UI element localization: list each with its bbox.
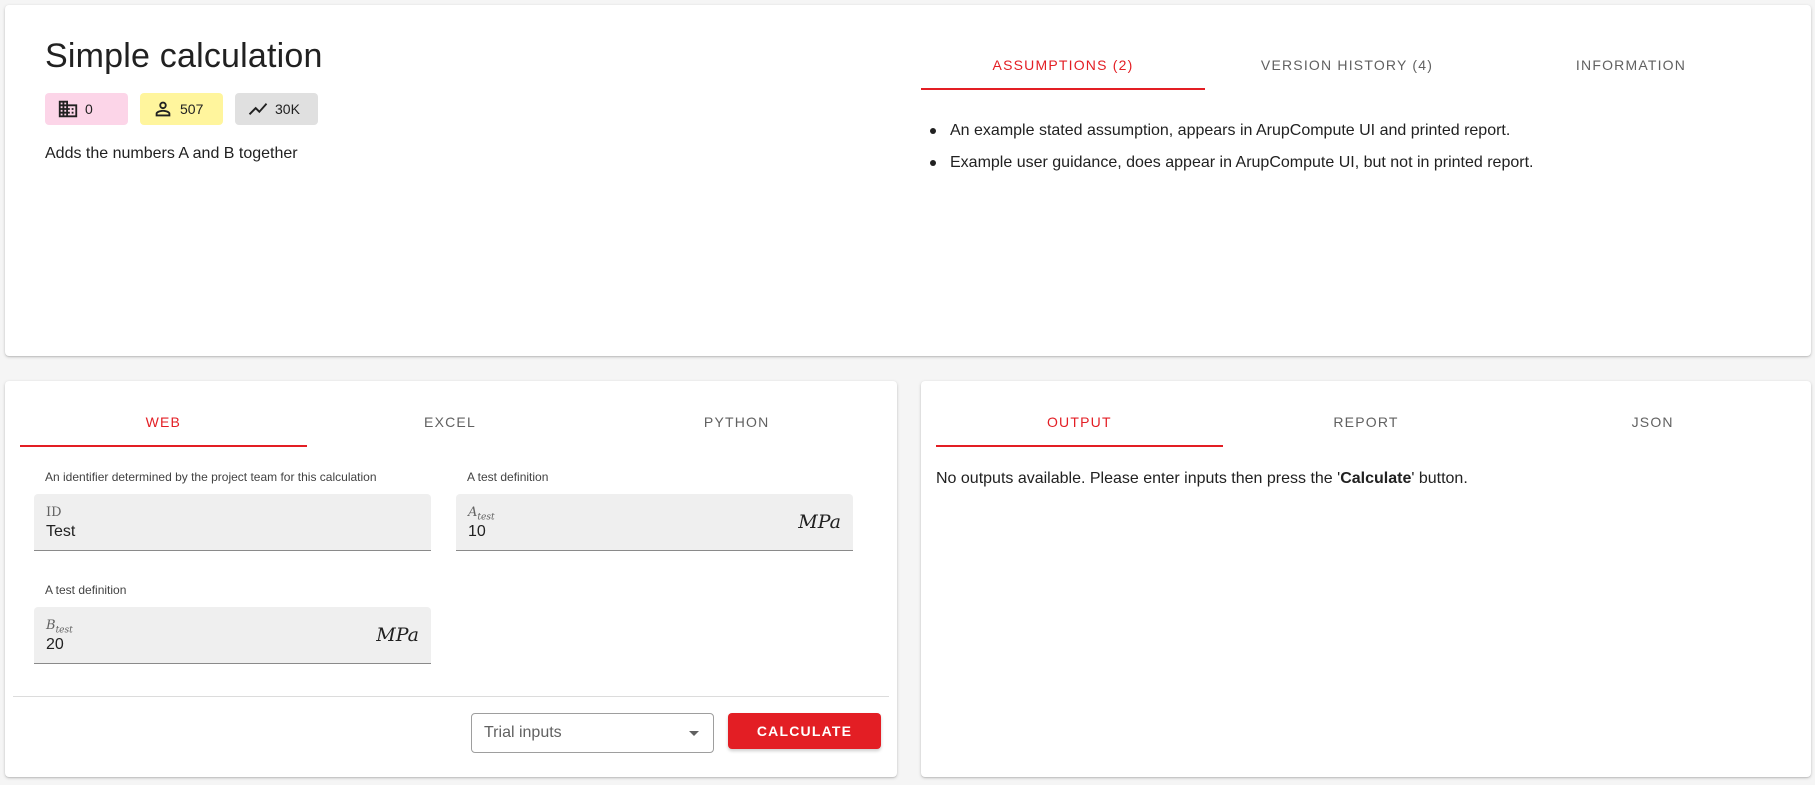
id-field[interactable]: ID Test	[34, 494, 431, 551]
calculation-header-card: Simple calculation 0 507 30K Adds the nu…	[5, 5, 1811, 356]
tab-python[interactable]: PYTHON	[593, 397, 880, 447]
tab-report[interactable]: REPORT	[1223, 397, 1510, 447]
id-field-hint: An identifier determined by the project …	[45, 470, 377, 484]
info-tabs: ASSUMPTIONS (2) VERSION HISTORY (4) INFO…	[921, 40, 1774, 90]
actions-divider	[13, 696, 889, 697]
a-field-value[interactable]: 10	[468, 523, 486, 541]
tab-excel[interactable]: EXCEL	[307, 397, 594, 447]
a-field-hint: A test definition	[467, 470, 549, 484]
id-field-value[interactable]: Test	[46, 523, 75, 541]
chevron-down-icon	[689, 731, 699, 736]
a-field-label-main: A	[468, 505, 478, 520]
a-test-field[interactable]: Atest 10 MPa	[456, 494, 853, 551]
outputs-card: OUTPUT REPORT JSON No outputs available.…	[921, 381, 1811, 777]
b-field-value[interactable]: 20	[46, 636, 64, 654]
runs-chip[interactable]: 30K	[235, 93, 318, 125]
a-field-label: Atest	[468, 505, 495, 523]
tab-web[interactable]: WEB	[20, 397, 307, 447]
inputs-card: WEB EXCEL PYTHON An identifier determine…	[5, 381, 897, 777]
list-item: An example stated assumption, appears in…	[922, 121, 1782, 141]
id-field-label: ID	[46, 505, 62, 520]
tab-version-history[interactable]: VERSION HISTORY (4)	[1205, 40, 1489, 90]
list-item: Example user guidance, does appear in Ar…	[922, 153, 1782, 173]
input-tabs: WEB EXCEL PYTHON	[20, 397, 880, 447]
b-field-unit: MPa	[376, 624, 419, 646]
calculate-button[interactable]: CALCULATE	[728, 713, 881, 749]
b-field-label-main: B	[46, 618, 56, 633]
b-test-field[interactable]: Btest 20 MPa	[34, 607, 431, 664]
a-field-unit: MPa	[798, 511, 841, 533]
users-count: 507	[180, 101, 204, 117]
b-field-label: Btest	[46, 618, 73, 636]
calculation-description: Adds the numbers A and B together	[45, 145, 298, 162]
page-title: Simple calculation	[45, 37, 323, 75]
tab-json[interactable]: JSON	[1509, 397, 1796, 447]
trending-icon	[248, 103, 268, 115]
projects-count: 0	[85, 101, 93, 117]
tab-information[interactable]: INFORMATION	[1489, 40, 1773, 90]
person-icon	[155, 101, 171, 117]
message-text-before: No outputs available. Please enter input…	[936, 470, 1341, 487]
b-field-hint: A test definition	[45, 583, 127, 597]
trial-inputs-value: Trial inputs	[484, 724, 562, 741]
stats-chips: 0 507 30K	[45, 93, 318, 125]
trial-inputs-select[interactable]: Trial inputs	[471, 713, 714, 753]
b-field-label-sub: test	[55, 625, 73, 636]
users-chip[interactable]: 507	[140, 93, 223, 125]
output-tabs: OUTPUT REPORT JSON	[936, 397, 1796, 447]
tab-output[interactable]: OUTPUT	[936, 397, 1223, 447]
a-field-label-sub: test	[477, 512, 495, 523]
projects-chip[interactable]: 0	[45, 93, 128, 125]
runs-count: 30K	[275, 101, 300, 117]
tab-assumptions[interactable]: ASSUMPTIONS (2)	[921, 40, 1205, 90]
message-text-bold: Calculate	[1340, 470, 1412, 487]
assumptions-list: An example stated assumption, appears in…	[922, 121, 1782, 185]
building-icon	[58, 100, 78, 118]
no-outputs-message: No outputs available. Please enter input…	[936, 470, 1468, 488]
message-text-after: ' button.	[1411, 470, 1468, 487]
